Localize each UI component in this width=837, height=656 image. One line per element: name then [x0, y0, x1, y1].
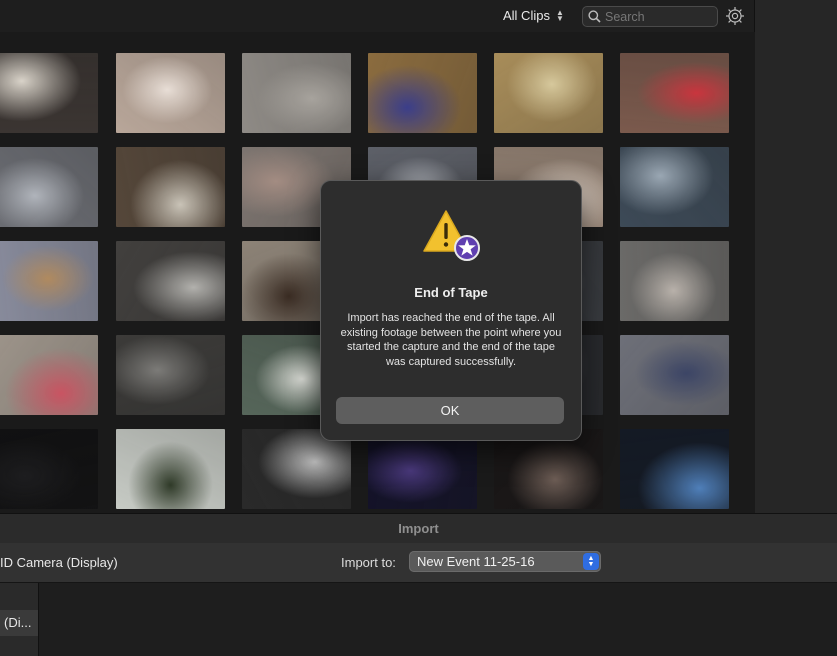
gear-icon[interactable]	[725, 6, 745, 26]
import-title-bar: Import	[0, 513, 837, 544]
device-sidebar: (Di...	[0, 583, 39, 656]
dialog-message: Import has reached the end of the tape. …	[340, 312, 562, 368]
clip-thumbnail[interactable]	[0, 335, 98, 415]
clip-thumbnail[interactable]	[242, 429, 351, 509]
ok-button[interactable]: OK	[336, 397, 564, 424]
clip-thumbnail[interactable]	[620, 429, 729, 509]
magnifier-icon	[583, 10, 605, 23]
dialog-title: End of Tape	[414, 285, 488, 300]
chevron-updown-icon: ▲ ▼	[555, 7, 564, 23]
import-event-select[interactable]: New Event 11-25-16 ▲ ▼	[409, 551, 601, 572]
clip-thumbnail[interactable]	[494, 429, 603, 509]
clip-thumbnail[interactable]	[116, 429, 225, 509]
clip-thumbnail[interactable]	[620, 147, 729, 227]
clip-thumbnail[interactable]	[116, 147, 225, 227]
clip-thumbnail[interactable]	[620, 53, 729, 133]
end-of-tape-alert: End of Tape Import has reached the end o…	[320, 180, 582, 441]
import-title: Import	[398, 521, 439, 536]
chevron-updown-icon: ▲ ▼	[583, 553, 599, 570]
import-device-bar: ID Camera (Display) Import to: New Event…	[0, 543, 837, 583]
device-name: ID Camera (Display)	[0, 555, 118, 570]
clip-thumbnail[interactable]	[620, 241, 729, 321]
imovie-star-icon	[454, 235, 480, 261]
clip-thumbnail[interactable]	[116, 241, 225, 321]
clip-thumbnail[interactable]	[368, 429, 477, 509]
clip-thumbnail[interactable]	[0, 241, 98, 321]
import-to-label: Import to:	[341, 555, 396, 570]
browser-toolbar: All Clips ▲ ▼	[0, 0, 755, 32]
sidebar-item-device[interactable]: (Di...	[0, 610, 38, 636]
import-event-value: New Event 11-25-16	[417, 554, 535, 569]
warning-triangle-icon	[422, 207, 482, 263]
import-lower-area: (Di...	[0, 583, 837, 656]
clip-thumbnail[interactable]	[0, 53, 98, 133]
clip-thumbnail[interactable]	[494, 53, 603, 133]
clip-thumbnail[interactable]	[116, 335, 225, 415]
clip-thumbnail[interactable]	[368, 53, 477, 133]
clip-thumbnail[interactable]	[620, 335, 729, 415]
clip-thumbnail[interactable]	[0, 429, 98, 509]
clip-thumbnail[interactable]	[242, 53, 351, 133]
clips-filter-label: All Clips	[503, 8, 550, 23]
clip-thumbnail[interactable]	[116, 53, 225, 133]
clip-thumbnail[interactable]	[0, 147, 98, 227]
search-input[interactable]	[605, 9, 705, 24]
search-field[interactable]	[582, 6, 718, 27]
clips-filter-dropdown[interactable]: All Clips ▲ ▼	[503, 8, 564, 23]
